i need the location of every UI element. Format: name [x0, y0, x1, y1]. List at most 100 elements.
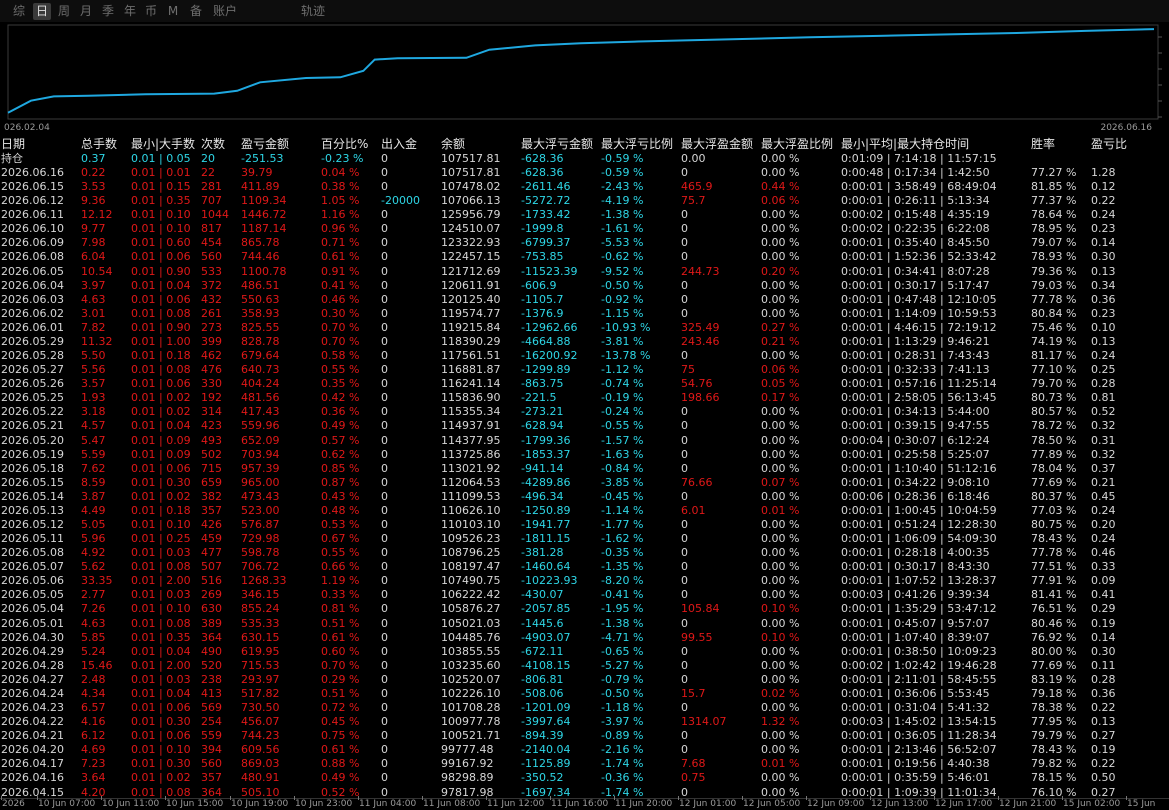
header-balance[interactable]: 余额: [441, 137, 465, 151]
cell-win-rate: 78.93 %: [1031, 250, 1077, 264]
cell-count: 490: [201, 644, 222, 658]
header-deposit[interactable]: 出入金: [381, 137, 417, 151]
table-row[interactable]: 2026.04.28 15.46 0.01 | 2.00 520 715.53 0.70 …: [0, 659, 1169, 673]
table-row[interactable]: 2026.06.10 9.77 0.01 | 0.10 817 1187.14 0.96 …: [0, 222, 1169, 236]
cell-max-float-loss: -4664.88: [521, 334, 571, 348]
table-row[interactable]: 2026.06.15 3.53 0.01 | 0.15 281 411.89 0.38 %…: [0, 180, 1169, 194]
table-row[interactable]: 2026.05.22 3.18 0.01 | 0.02 314 417.43 0.36 %…: [0, 405, 1169, 419]
tab-account[interactable]: 账户: [212, 3, 238, 20]
header-min-max-lots[interactable]: 最小|大手数: [131, 137, 195, 151]
table-row[interactable]: 2026.04.29 5.24 0.01 | 0.04 490 619.95 0.60 %…: [0, 645, 1169, 659]
table-row[interactable]: 2026.05.01 4.63 0.01 | 0.08 389 535.33 0.51 %…: [0, 617, 1169, 631]
tab-note[interactable]: 备: [188, 3, 204, 20]
tab-year[interactable]: 年: [122, 3, 138, 20]
table-row[interactable]: 2026.05.11 5.96 0.01 | 0.25 459 729.98 0.67 %…: [0, 532, 1169, 546]
header-profit[interactable]: 盈亏金额: [241, 137, 289, 151]
cell-total-lots: 3.18: [81, 405, 106, 419]
table-row[interactable]: 2026.06.16 0.22 0.01 | 0.01 22 39.79 0.04 % 0 1…: [0, 166, 1169, 180]
cell-min-max-lots: 0.01 | 0.04: [131, 686, 191, 700]
cell-count: 269: [201, 588, 222, 602]
tab-month[interactable]: 月: [78, 3, 94, 20]
cell-win-rate: 79.82 %: [1031, 757, 1077, 771]
cell-max-float-profit-pct: 0.17 %: [761, 391, 800, 405]
table-row[interactable]: 2026.05.20 5.47 0.01 | 0.09 493 652.09 0.57 %…: [0, 434, 1169, 448]
cell-hold-time: 0:00:06 | 0:28:36 | 6:18:46: [841, 489, 990, 503]
table-row[interactable]: 2026.04.16 3.64 0.01 | 0.02 357 480.91 0.49 %…: [0, 771, 1169, 785]
cell-max-float-profit: 244.73: [681, 264, 720, 278]
tab-trace[interactable]: 轨迹: [300, 3, 326, 20]
header-win-rate[interactable]: 胜率: [1031, 137, 1055, 151]
cell-pl-ratio: 0.28: [1091, 672, 1116, 686]
table-row[interactable]: 2026.06.12 9.36 0.01 | 0.35 707 1109.34 1.05 …: [0, 194, 1169, 208]
cell-count: 399: [201, 334, 222, 348]
tab-week[interactable]: 周: [56, 3, 72, 20]
table-row[interactable]: 2026.04.22 4.16 0.01 | 0.30 254 456.07 0.45 %…: [0, 715, 1169, 729]
cell-max-float-profit-pct: 0.00 %: [761, 644, 800, 658]
header-max-float-profit[interactable]: 最大浮盈金额: [681, 137, 753, 151]
header-max-float-loss-pct[interactable]: 最大浮亏比例: [601, 137, 673, 151]
cell-win-rate: 80.75 %: [1031, 518, 1077, 531]
cell-percent: 0.62 %: [321, 447, 360, 461]
table-row[interactable]: 2026.05.15 8.59 0.01 | 0.30 659 965.00 0.87 %…: [0, 476, 1169, 490]
header-max-float-profit-pct[interactable]: 最大浮盈比例: [761, 137, 833, 151]
cell-balance: 103855.55: [441, 644, 501, 658]
table-row[interactable]: 2026.04.17 7.23 0.01 | 0.30 560 869.03 0.88 %…: [0, 757, 1169, 771]
table-row[interactable]: 2026.06.01 7.82 0.01 | 0.90 273 825.55 0.70 %…: [0, 321, 1169, 335]
table-row[interactable]: 2026.05.08 4.92 0.01 | 0.03 477 598.78 0.55 %…: [0, 546, 1169, 560]
header-date[interactable]: 日期: [1, 137, 25, 151]
table-row[interactable]: 2026.05.29 11.32 0.01 | 1.00 399 828.78 0.70 …: [0, 335, 1169, 349]
cell-hold-time: 0:00:01 | 0:31:04 | 5:41:32: [841, 701, 990, 715]
table-row[interactable]: 2026.05.05 2.77 0.01 | 0.03 269 346.15 0.33 %…: [0, 588, 1169, 602]
table-row[interactable]: 2026.05.19 5.59 0.01 | 0.09 502 703.94 0.62 %…: [0, 448, 1169, 462]
header-max-float-loss[interactable]: 最大浮亏金额: [521, 137, 593, 151]
table-row[interactable]: 2026.05.06 33.35 0.01 | 2.00 516 1268.33 1.19…: [0, 574, 1169, 588]
table-row[interactable]: 2026.05.21 4.57 0.01 | 0.04 423 559.96 0.49 %…: [0, 419, 1169, 433]
table-row[interactable]: 2026.04.23 6.57 0.01 | 0.06 569 730.50 0.72 %…: [0, 701, 1169, 715]
header-total-lots[interactable]: 总手数: [81, 137, 117, 151]
tab-day[interactable]: 日: [33, 3, 51, 20]
cell-deposit: 0: [381, 447, 388, 461]
cell-max-float-loss: -496.34: [521, 489, 564, 503]
tab-quarter[interactable]: 季: [100, 3, 116, 20]
cell-pl-ratio: 0.23: [1091, 222, 1116, 236]
tab-magic[interactable]: M: [167, 3, 179, 20]
table-row[interactable]: 2026.04.27 2.48 0.01 | 0.03 238 293.97 0.29 %…: [0, 673, 1169, 687]
cell-max-float-profit: 243.46: [681, 334, 720, 348]
cell-hold-time: 0:00:01 | 0:32:33 | 7:41:13: [841, 363, 990, 377]
cell-max-float-loss-pct: -13.78 %: [601, 349, 651, 363]
table-row[interactable]: 2026.05.13 4.49 0.01 | 0.18 357 523.00 0.48 %…: [0, 504, 1169, 518]
table-row[interactable]: 2026.05.25 1.93 0.01 | 0.02 192 481.56 0.42 %…: [0, 391, 1169, 405]
header-hold-time[interactable]: 最小|平均|最大持仓时间: [841, 137, 969, 151]
table-row[interactable]: 2026.04.21 6.12 0.01 | 0.06 559 744.23 0.75 %…: [0, 729, 1169, 743]
header-percent[interactable]: 百分比%: [321, 137, 368, 151]
header-count[interactable]: 次数: [201, 137, 225, 151]
header-pl-ratio[interactable]: 盈亏比: [1091, 137, 1127, 151]
table-row[interactable]: 2026.06.08 6.04 0.01 | 0.06 560 744.46 0.61 %…: [0, 250, 1169, 264]
tab-overview[interactable]: 综: [12, 3, 26, 20]
table-row[interactable]: 2026.05.26 3.57 0.01 | 0.06 330 404.24 0.35 %…: [0, 377, 1169, 391]
table-row[interactable]: 2026.05.18 7.62 0.01 | 0.06 715 957.39 0.85 %…: [0, 462, 1169, 476]
table-row[interactable]: 2026.06.04 3.97 0.01 | 0.04 372 486.51 0.41 %…: [0, 279, 1169, 293]
table-row[interactable]: 2026.06.11 12.12 0.01 | 0.10 1044 1446.72 1.1…: [0, 208, 1169, 222]
cell-hold-time: 0:00:01 | 1:13:29 | 9:46:21: [841, 334, 990, 348]
table-row[interactable]: 2026.04.20 4.69 0.01 | 0.10 394 609.56 0.61 %…: [0, 743, 1169, 757]
table-row[interactable]: 2026.05.27 5.56 0.01 | 0.08 476 640.73 0.55 %…: [0, 363, 1169, 377]
tab-symbol[interactable]: 币: [143, 3, 159, 20]
cell-total-lots: 12.12: [81, 208, 113, 222]
table-row[interactable]: 2026.04.30 5.85 0.01 | 0.35 364 630.15 0.61 %…: [0, 631, 1169, 645]
cell-max-float-profit-pct: 0.00 %: [761, 236, 800, 250]
table-row[interactable]: 2026.05.04 7.26 0.01 | 0.10 630 855.24 0.81 %…: [0, 602, 1169, 616]
table-row[interactable]: 2026.05.07 5.62 0.01 | 0.08 507 706.72 0.66 %…: [0, 560, 1169, 574]
table-row[interactable]: 2026.06.02 3.01 0.01 | 0.08 261 358.93 0.30 %…: [0, 307, 1169, 321]
table-row[interactable]: 2026.05.14 3.87 0.01 | 0.02 382 473.43 0.43 %…: [0, 490, 1169, 504]
cell-max-float-loss: -1250.89: [521, 503, 571, 517]
cell-percent: 0.29 %: [321, 672, 360, 686]
cell-percent: 0.55 %: [321, 546, 360, 560]
table-row[interactable]: 2026.04.24 4.34 0.01 | 0.04 413 517.82 0.51 %…: [0, 687, 1169, 701]
cell-total-lots: 8.59: [81, 475, 106, 489]
table-row[interactable]: 2026.06.03 4.63 0.01 | 0.06 432 550.63 0.46 %…: [0, 293, 1169, 307]
table-row[interactable]: 2026.05.12 5.05 0.01 | 0.10 426 576.87 0.53 %…: [0, 518, 1169, 532]
table-row[interactable]: 2026.05.28 5.50 0.01 | 0.18 462 679.64 0.58 %…: [0, 349, 1169, 363]
table-row[interactable]: 2026.06.09 7.98 0.01 | 0.60 454 865.78 0.71 %…: [0, 236, 1169, 250]
table-row[interactable]: 2026.06.05 10.54 0.01 | 0.90 533 1100.78 0.91…: [0, 265, 1169, 279]
